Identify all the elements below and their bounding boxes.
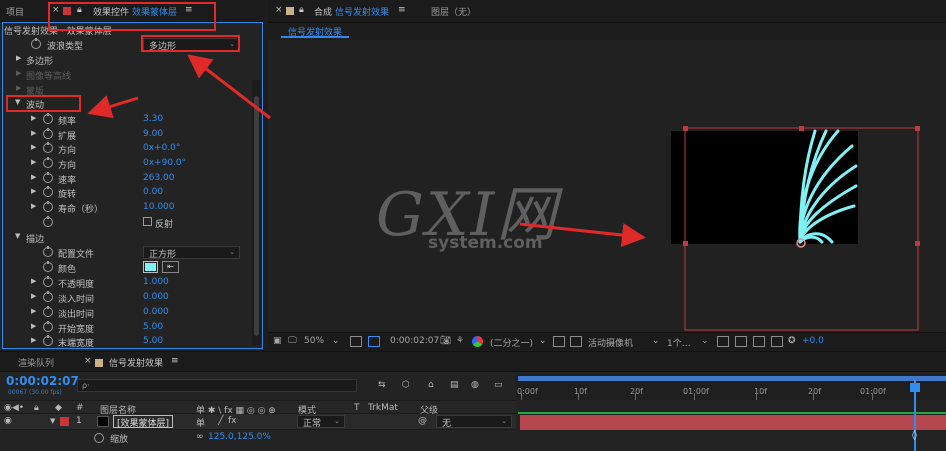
annotation-arrows	[87, 54, 646, 247]
annotation-arrow	[519, 222, 646, 247]
annotation-arrow	[187, 54, 271, 120]
annotation-arrow	[87, 95, 139, 119]
